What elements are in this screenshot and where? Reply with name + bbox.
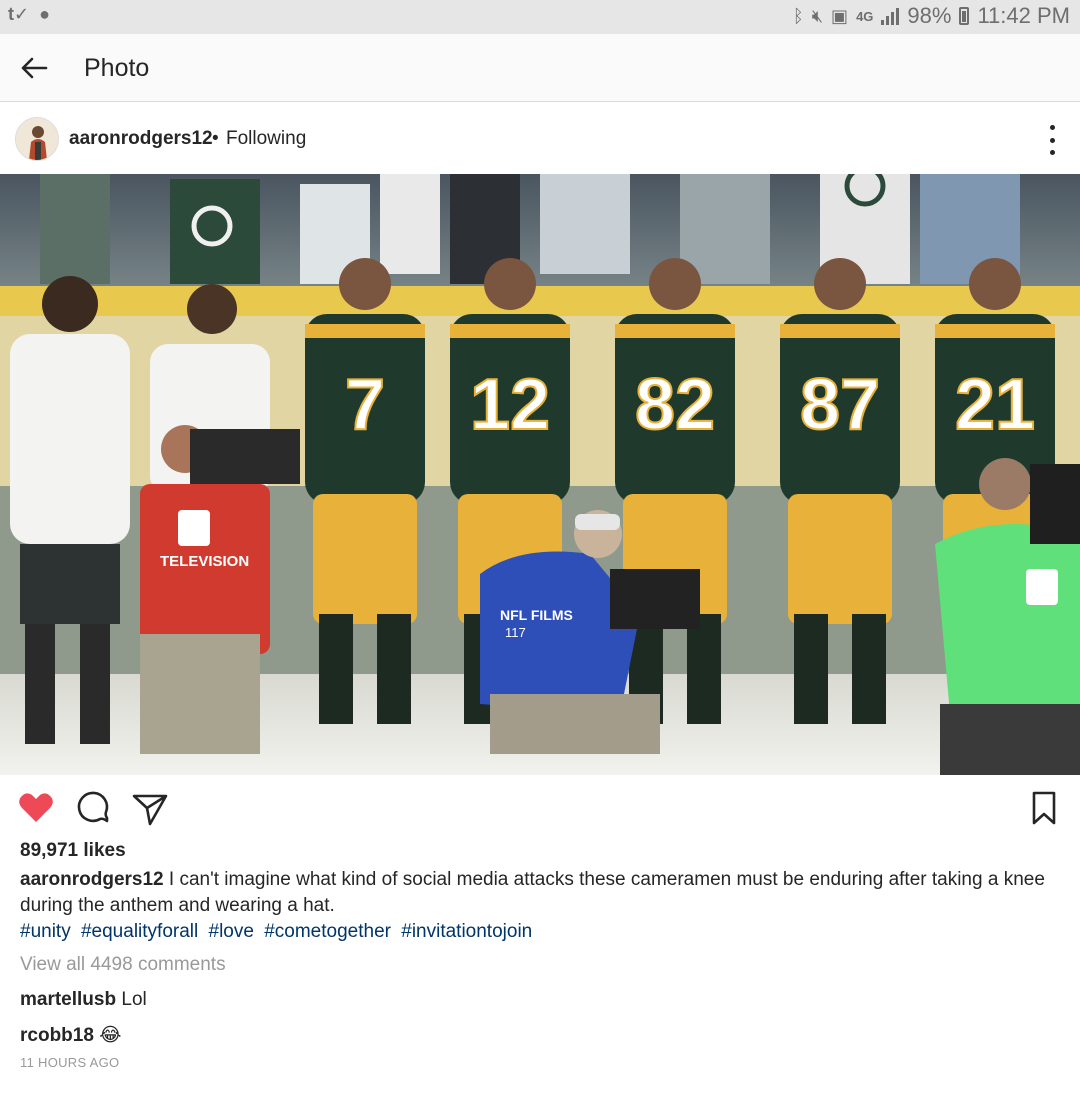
comment-username[interactable]: rcobb18: [20, 1025, 94, 1046]
avatar[interactable]: [15, 117, 59, 161]
more-dot-icon: [1049, 125, 1055, 130]
svg-text:117: 117: [505, 625, 526, 640]
more-options-button[interactable]: [1046, 125, 1058, 155]
photo-illustration: 7 12 82 87 21 TELEVISION NFL FILMS 117: [0, 174, 1080, 775]
view-all-comments-link[interactable]: View all 4498 comments: [20, 954, 226, 976]
page-title: Photo: [84, 54, 150, 82]
hashtag-link[interactable]: #unity: [20, 921, 71, 942]
comment-item: martellusb Lol: [20, 989, 147, 1011]
hashtag-link[interactable]: #cometogether: [264, 921, 391, 942]
like-button[interactable]: [16, 788, 56, 828]
save-button[interactable]: [1024, 788, 1064, 828]
back-button[interactable]: [14, 48, 54, 88]
wifi-calling-icon: ▣: [831, 5, 849, 26]
comment-text: Lol: [121, 989, 147, 1010]
likes-count[interactable]: 89,971 likes: [20, 840, 126, 862]
svg-text:TELEVISION: TELEVISION: [160, 553, 249, 570]
back-arrow-icon: [21, 57, 48, 79]
post-photo[interactable]: 7 12 82 87 21 TELEVISION NFL FILMS 117: [0, 174, 1080, 775]
more-dot-icon: [1049, 150, 1055, 155]
post-timestamp: 11 HOURS AGO: [20, 1055, 120, 1070]
avatar-image: [16, 118, 58, 160]
status-bar: t✓ ● ᛒ 🔇︎ ▣ 4G 98% 11:42 PM: [0, 0, 1080, 34]
comment-item: rcobb18 😂: [20, 1024, 121, 1047]
bookmark-icon: [1032, 791, 1056, 825]
comment-button[interactable]: [73, 788, 113, 828]
bluetooth-icon: ᛒ: [792, 5, 804, 26]
hashtag-link[interactable]: #invitationtojoin: [401, 921, 532, 942]
comment-username[interactable]: martellusb: [20, 989, 116, 1010]
caption-username[interactable]: aaronrodgers12: [20, 869, 164, 890]
comment-text: 😂: [99, 1025, 122, 1046]
caption-text: I can't imagine what kind of social medi…: [20, 869, 1045, 916]
network-type: 4G: [856, 8, 874, 24]
signal-icon: [881, 7, 900, 25]
mute-icon: 🔇︎: [811, 5, 824, 26]
clock: 11:42 PM: [977, 3, 1070, 28]
talk-app-icon: t✓: [8, 4, 30, 24]
heart-icon: [19, 793, 53, 822]
svg-text:NFL FILMS: NFL FILMS: [500, 607, 573, 623]
bomb-icon: ●: [39, 4, 50, 24]
battery-percent: 98%: [907, 3, 952, 28]
separator-dot: •: [212, 128, 219, 149]
jersey-number: 21: [955, 365, 1035, 445]
more-dot-icon: [1049, 137, 1055, 143]
status-right: ᛒ 🔇︎ ▣ 4G 98% 11:42 PM: [793, 3, 1070, 29]
jersey-number: 7: [345, 365, 385, 445]
post-username[interactable]: aaronrodgers12: [69, 128, 213, 150]
app-bar: Photo: [0, 34, 1080, 102]
jersey-number: 87: [800, 365, 880, 445]
action-bar: [0, 780, 1080, 836]
hashtag-link[interactable]: #love: [209, 921, 254, 942]
share-button[interactable]: [130, 788, 170, 828]
post-header: aaronrodgers12 • Following: [0, 103, 1080, 174]
comment-bubble-icon: [77, 791, 109, 823]
send-icon: [132, 794, 168, 826]
jersey-number: 12: [470, 365, 550, 445]
follow-status[interactable]: Following: [226, 128, 306, 150]
hashtag-link[interactable]: #equalityforall: [81, 921, 198, 942]
caption: aaronrodgers12 I can't imagine what kind…: [20, 867, 1060, 919]
battery-icon: [959, 7, 970, 25]
jersey-number: 82: [635, 365, 715, 445]
status-left: t✓ ●: [8, 4, 50, 25]
hashtags: #unity #equalityforall #love #cometogeth…: [20, 919, 537, 945]
